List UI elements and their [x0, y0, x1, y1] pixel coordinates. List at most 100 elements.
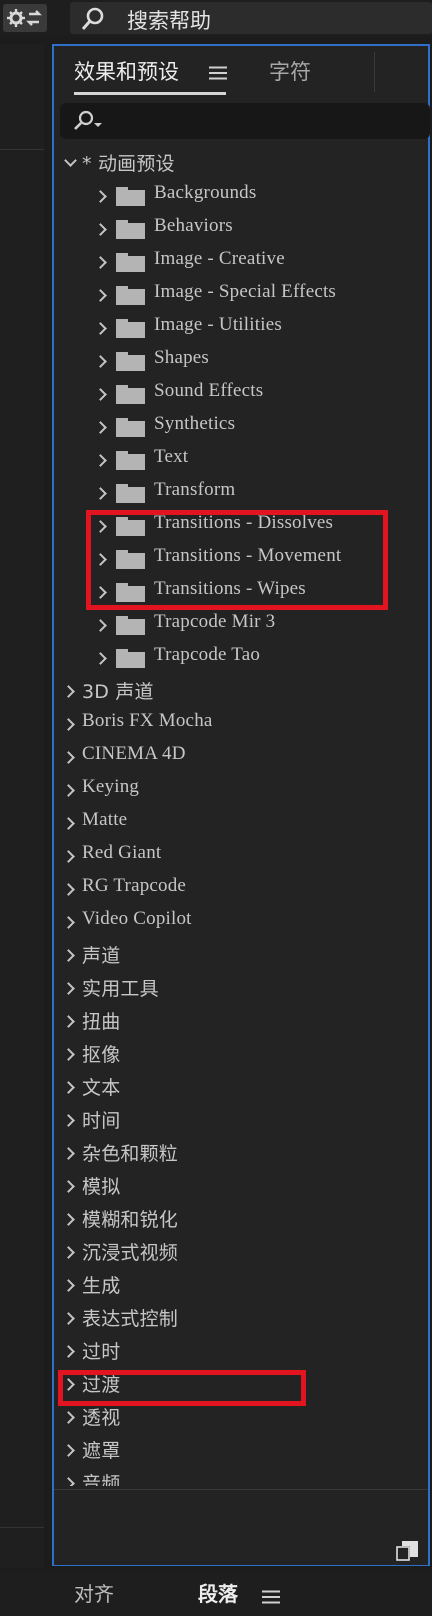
effect-category-label: 扭曲 — [82, 1011, 121, 1033]
chevron-right-icon[interactable] — [94, 388, 107, 401]
chevron-right-icon[interactable] — [94, 487, 107, 500]
workspace-settings-button[interactable] — [3, 4, 47, 32]
preset-folder-label: Behaviors — [154, 215, 233, 236]
panel-menu-icon[interactable] — [262, 1590, 280, 1604]
effect-category-item[interactable]: 杂色和颗粒 — [54, 1137, 428, 1170]
chevron-right-icon[interactable] — [62, 718, 75, 731]
effect-category-item[interactable]: 沉浸式视频 — [54, 1236, 428, 1269]
effect-category-label: 遮罩 — [82, 1440, 121, 1462]
chevron-right-icon[interactable] — [62, 1114, 75, 1127]
chevron-right-icon[interactable] — [62, 883, 75, 896]
effect-category-item[interactable]: 实用工具 — [54, 972, 428, 1005]
preset-folder-image-utilities[interactable]: Image - Utilities — [54, 312, 428, 345]
effect-category-item[interactable]: 模拟 — [54, 1170, 428, 1203]
effect-category-item[interactable]: RG Trapcode — [54, 873, 428, 906]
chevron-right-icon[interactable] — [62, 1213, 75, 1226]
chevron-right-icon[interactable] — [62, 1048, 75, 1061]
panel-tabs: 效果和预设 字符 — [54, 46, 428, 98]
tab-character[interactable]: 字符 — [269, 56, 311, 86]
preset-folder-trapcode-mir-3[interactable]: Trapcode Mir 3 — [54, 609, 428, 642]
chevron-right-icon[interactable] — [62, 1081, 75, 1094]
chevron-right-icon[interactable] — [94, 619, 107, 632]
chevron-down-icon[interactable] — [64, 154, 77, 167]
chevron-right-icon[interactable] — [62, 850, 75, 863]
effect-category-item[interactable]: 时间 — [54, 1104, 428, 1137]
preset-folder-label: Image - Special Effects — [154, 281, 337, 302]
chevron-right-icon[interactable] — [94, 256, 107, 269]
effect-category-item[interactable]: 3D 声道 — [54, 675, 428, 708]
effect-category-item[interactable]: 遮罩 — [54, 1434, 428, 1467]
search-help-field[interactable]: 搜索帮助 — [70, 2, 432, 34]
effect-category-item[interactable]: Red Giant — [54, 840, 428, 873]
preset-folder-text[interactable]: Text — [54, 444, 428, 477]
chevron-right-icon[interactable] — [94, 322, 107, 335]
chevron-right-icon[interactable] — [62, 751, 75, 764]
chevron-right-icon[interactable] — [62, 949, 75, 962]
effect-category-item[interactable]: Video Copilot — [54, 906, 428, 939]
effect-category-label: 模拟 — [82, 1176, 121, 1198]
chevron-right-icon[interactable] — [62, 1246, 75, 1259]
chevron-right-icon[interactable] — [62, 1015, 75, 1028]
preset-folder-trapcode-tao[interactable]: Trapcode Tao — [54, 642, 428, 675]
preset-folder-label: Shapes — [154, 347, 210, 368]
chevron-right-icon[interactable] — [94, 355, 107, 368]
effect-category-item[interactable]: 表达式控制 — [54, 1302, 428, 1335]
effect-category-item[interactable]: Keying — [54, 774, 428, 807]
chevron-right-icon[interactable] — [62, 1444, 75, 1457]
chevron-right-icon[interactable] — [62, 817, 75, 830]
effect-category-item[interactable]: 过时 — [54, 1335, 428, 1368]
effect-category-item[interactable]: Matte — [54, 807, 428, 840]
effect-category-item[interactable]: 音频 — [54, 1467, 428, 1486]
chevron-right-icon[interactable] — [62, 1477, 75, 1486]
chevron-right-icon[interactable] — [62, 784, 75, 797]
tab-effects-presets[interactable]: 效果和预设 — [74, 56, 179, 86]
effects-search-input[interactable] — [60, 103, 430, 139]
effect-category-item[interactable]: 抠像 — [54, 1038, 428, 1071]
panel-menu-icon[interactable] — [209, 66, 227, 80]
preset-folder-shapes[interactable]: Shapes — [54, 345, 428, 378]
chevron-right-icon[interactable] — [94, 190, 107, 203]
effect-category-label: 杂色和颗粒 — [82, 1143, 179, 1165]
preset-folder-backgrounds[interactable]: Backgrounds — [54, 180, 428, 213]
preset-folder-label: Trapcode Tao — [154, 644, 261, 665]
chevron-right-icon[interactable] — [62, 916, 75, 929]
preset-folder-image-special-effects[interactable]: Image - Special Effects — [54, 279, 428, 312]
chevron-right-icon[interactable] — [62, 1345, 75, 1358]
panel-footer — [54, 1489, 428, 1565]
top-bar: 搜索帮助 — [0, 0, 432, 36]
effects-presets-panel: 效果和预设 字符 * 动画预设 Backgrounds Behaviors Imag… — [52, 44, 430, 1566]
effect-category-label: 实用工具 — [82, 978, 159, 1000]
effect-category-item[interactable]: CINEMA 4D — [54, 741, 428, 774]
chevron-right-icon[interactable] — [62, 1147, 75, 1160]
new-folder-icon[interactable] — [396, 1541, 418, 1561]
search-dropdown-icon[interactable] — [70, 109, 110, 133]
tab-align[interactable]: 对齐 — [74, 1578, 114, 1607]
chevron-right-icon[interactable] — [94, 223, 107, 236]
tree-root-animation-presets[interactable]: * 动画预设 — [54, 147, 428, 180]
preset-folder-sound-effects[interactable]: Sound Effects — [54, 378, 428, 411]
effect-category-item[interactable]: 模糊和锐化 — [54, 1203, 428, 1236]
tab-paragraph[interactable]: 段落 — [198, 1578, 238, 1607]
chevron-right-icon[interactable] — [62, 1312, 75, 1325]
effect-category-item[interactable]: Boris FX Mocha — [54, 708, 428, 741]
chevron-right-icon[interactable] — [62, 685, 75, 698]
chevron-right-icon[interactable] — [94, 421, 107, 434]
preset-folder-image-creative[interactable]: Image - Creative — [54, 246, 428, 279]
effect-category-item[interactable]: 文本 — [54, 1071, 428, 1104]
chevron-right-icon[interactable] — [94, 454, 107, 467]
folder-icon — [116, 385, 145, 404]
chevron-right-icon[interactable] — [94, 652, 107, 665]
preset-folder-label: Text — [154, 446, 189, 467]
effect-category-item[interactable]: 扭曲 — [54, 1005, 428, 1038]
folder-icon — [116, 286, 145, 305]
effect-category-item[interactable]: 生成 — [54, 1269, 428, 1302]
preset-folder-behaviors[interactable]: Behaviors — [54, 213, 428, 246]
chevron-right-icon[interactable] — [62, 1180, 75, 1193]
effect-category-item[interactable]: 声道 — [54, 939, 428, 972]
chevron-right-icon[interactable] — [62, 1279, 75, 1292]
preset-folder-synthetics[interactable]: Synthetics — [54, 411, 428, 444]
preset-folder-transform[interactable]: Transform — [54, 477, 428, 510]
chevron-right-icon[interactable] — [94, 289, 107, 302]
chevron-right-icon[interactable] — [62, 982, 75, 995]
chevron-right-icon[interactable] — [62, 1411, 75, 1424]
